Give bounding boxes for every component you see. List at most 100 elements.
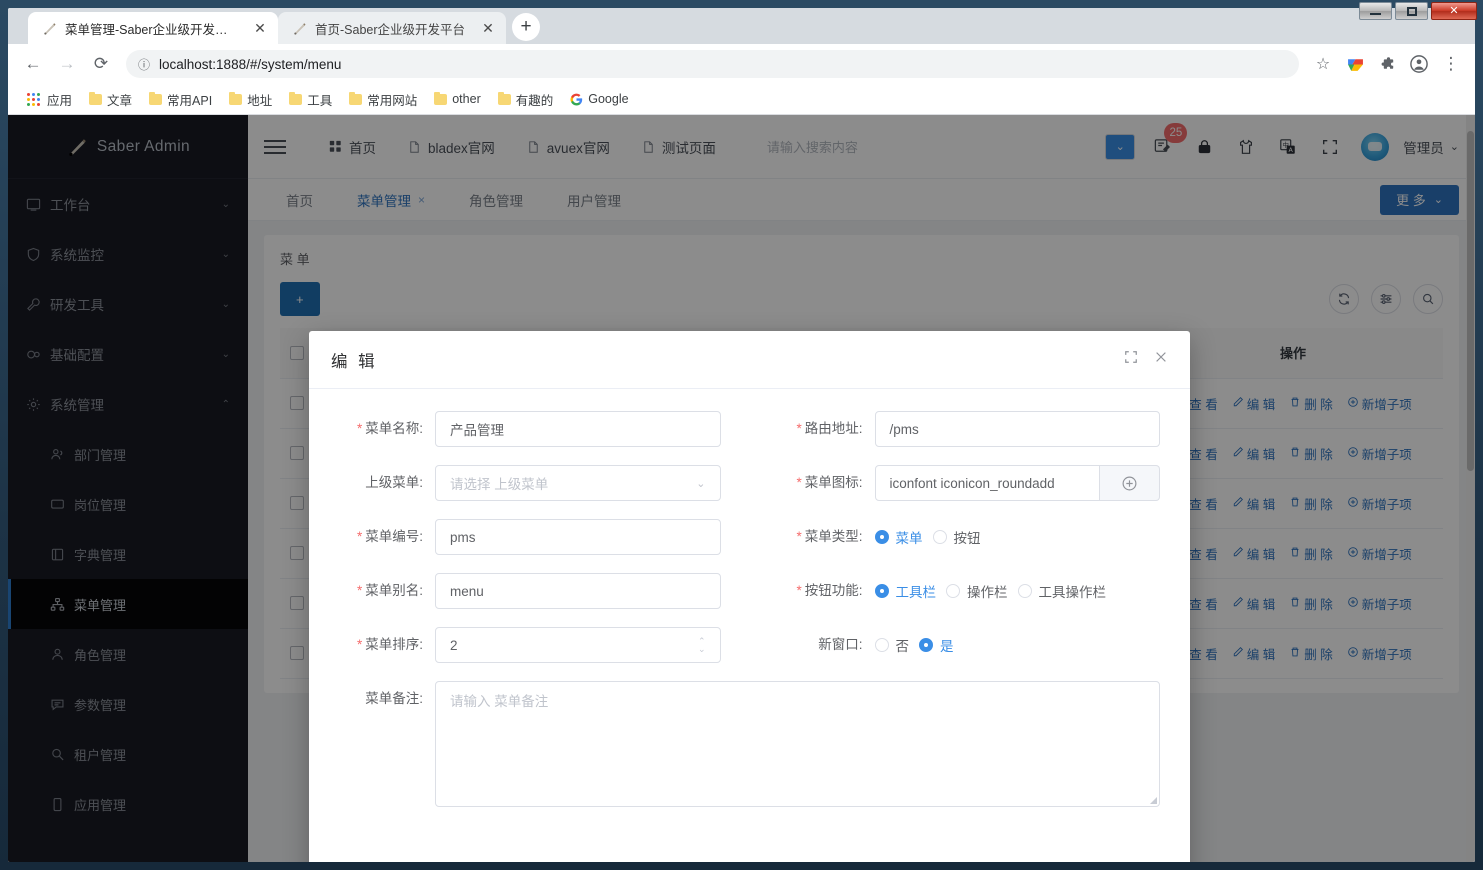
- bookmark-label: 文章: [107, 93, 133, 108]
- browser-tab-close-icon[interactable]: ✕: [252, 21, 268, 35]
- browser-tab-close-icon[interactable]: ✕: [480, 21, 496, 35]
- field-label: * 菜单别名:: [356, 583, 423, 598]
- field-menu-sort: * 菜单排序: 2 ⌃ ⌄: [309, 627, 721, 663]
- field-menu-remark: 菜单备注: 请输入 菜单备注: [309, 681, 1160, 807]
- maximize-button[interactable]: [1395, 2, 1428, 20]
- browser-tab-title: 菜单管理-Saber企业级开发平台: [65, 22, 240, 37]
- site-info-icon[interactable]: ⓘ: [138, 56, 150, 73]
- menu-code-input[interactable]: pms: [435, 519, 721, 555]
- radio-button-func-toolbar[interactable]: 工具栏: [874, 581, 937, 601]
- plus-circle-icon[interactable]: [1100, 465, 1160, 501]
- required-asterisk: *: [356, 583, 363, 598]
- expand-icon[interactable]: [1124, 350, 1138, 369]
- address-bar[interactable]: ⓘ localhost:1888/#/system/menu: [126, 50, 1299, 78]
- radio-label: 工具栏: [895, 585, 937, 600]
- bookmark-apps[interactable]: 应用: [20, 87, 79, 112]
- radio-dot: [919, 638, 933, 652]
- bookmark-label: 有趣的: [515, 93, 554, 108]
- required-asterisk: *: [796, 421, 802, 436]
- menu-icon-input[interactable]: iconfont iconicon_roundadd: [874, 465, 1100, 501]
- radio-label: 是: [940, 639, 954, 654]
- google-icon: [570, 93, 583, 105]
- menu-remark-textarea[interactable]: 请输入 菜单备注: [435, 681, 1160, 807]
- field-menu-code: * 菜单编号: pms: [309, 519, 721, 555]
- field-label: * 菜单类型:: [796, 529, 863, 544]
- bookmark-folder-6[interactable]: other: [427, 89, 488, 109]
- bookmark-label: 工具: [307, 93, 333, 108]
- radio-button-func-tool-actionbar[interactable]: 工具操作栏: [1017, 581, 1107, 601]
- radio-button-func-actionbar[interactable]: 操作栏: [946, 581, 1008, 601]
- stepper-down-icon[interactable]: ⌄: [698, 645, 706, 654]
- folder-icon: [434, 91, 448, 105]
- required-asterisk: *: [796, 475, 802, 490]
- bookmark-label: 常用API: [167, 93, 213, 108]
- bookmark-folder-1[interactable]: 文章: [82, 87, 139, 112]
- browser-toolbar: ← → ⟳ ⓘ localhost:1888/#/system/menu ☆ ⋮: [8, 44, 1475, 84]
- new-tab-button[interactable]: +: [512, 13, 540, 41]
- field-menu-name: * 菜单名称: 产品管理: [309, 411, 721, 447]
- bookmark-folder-2[interactable]: 常用API: [142, 87, 219, 112]
- forward-button[interactable]: →: [52, 49, 82, 79]
- radio-dot: [932, 530, 947, 544]
- extension-colored-icon[interactable]: [1341, 50, 1369, 78]
- bookmark-folder-4[interactable]: 工具: [282, 87, 339, 112]
- field-route-path: * 路由地址: /pms: [749, 411, 1160, 447]
- required-asterisk: *: [796, 583, 802, 598]
- field-label: 菜单备注:: [365, 691, 423, 706]
- folder-icon: [497, 91, 511, 105]
- menu-name-input[interactable]: 产品管理: [435, 411, 721, 447]
- chevron-down-icon: ⌄: [696, 477, 706, 490]
- field-new-window: 新窗口: 否 是: [749, 627, 1161, 663]
- dialog-body: * 菜单名称: 产品管理 * 路由地址: /pms 上级菜单: 请选择 上级菜单…: [309, 389, 1190, 844]
- radio-label: 按钮: [953, 531, 981, 546]
- field-menu-icon: * 菜单图标: iconfont iconicon_roundadd: [749, 465, 1160, 501]
- profile-avatar-icon[interactable]: [1405, 50, 1433, 78]
- radio-label: 否: [895, 639, 910, 654]
- field-label: * 菜单排序:: [356, 637, 423, 652]
- address-bar-url: localhost:1888/#/system/menu: [159, 56, 342, 72]
- close-window-button[interactable]: ✕: [1431, 2, 1477, 20]
- radio-label: 菜单: [895, 531, 923, 546]
- bookmark-folder-3[interactable]: 地址: [222, 87, 279, 112]
- browser-menu-icon[interactable]: ⋮: [1437, 50, 1465, 78]
- field-menu-type: * 菜单类型: 菜单 按钮: [749, 519, 1161, 555]
- field-label: 上级菜单:: [365, 475, 423, 490]
- browser-tab-0[interactable]: 菜单管理-Saber企业级开发平台 ✕: [28, 12, 278, 44]
- reload-button[interactable]: ⟳: [86, 49, 116, 79]
- field-button-function: * 按钮功能: 工具栏 操作栏 工具操作栏: [749, 573, 1161, 609]
- field-label: * 按钮功能:: [796, 583, 863, 598]
- radio-menu-type-button[interactable]: 按钮: [932, 527, 981, 547]
- bookmark-google[interactable]: Google: [563, 89, 635, 109]
- bookmark-label: 地址: [247, 93, 273, 108]
- parent-menu-select[interactable]: 请选择 上级菜单 ⌄: [435, 465, 721, 501]
- radio-new-window-no[interactable]: 否: [874, 635, 910, 655]
- radio-label: 工具操作栏: [1038, 585, 1107, 600]
- radio-dot: [874, 638, 889, 652]
- menu-alias-input[interactable]: menu: [435, 573, 721, 609]
- bookmark-folder-7[interactable]: 有趣的: [491, 87, 561, 112]
- edit-dialog: 编 辑 * 菜单名称: 产品管理 * 路由地址: /pms 上级菜单: 请选择 …: [309, 331, 1190, 862]
- bookmark-label: 应用: [47, 93, 73, 108]
- number-stepper[interactable]: ⌃ ⌄: [698, 637, 706, 654]
- required-asterisk: *: [356, 529, 363, 544]
- menu-sort-input[interactable]: 2 ⌃ ⌄: [435, 627, 721, 663]
- radio-label: 操作栏: [967, 585, 1008, 600]
- bookmarks-bar: 应用 文章 常用API 地址 工具 常用网站 other 有趣的 Google: [8, 84, 1475, 115]
- browser-tab-1[interactable]: 首页-Saber企业级开发平台 ✕: [278, 12, 506, 44]
- close-icon[interactable]: [1154, 350, 1168, 369]
- route-path-input[interactable]: /pms: [874, 411, 1160, 447]
- extensions-puzzle-icon[interactable]: [1373, 50, 1401, 78]
- radio-new-window-yes[interactable]: 是: [919, 635, 954, 655]
- field-parent-menu: 上级菜单: 请选择 上级菜单 ⌄: [309, 465, 721, 501]
- bookmark-folder-5[interactable]: 常用网站: [342, 87, 424, 112]
- bookmark-star-icon[interactable]: ☆: [1309, 50, 1337, 78]
- apps-grid-icon: [27, 92, 40, 106]
- required-asterisk: *: [796, 529, 802, 544]
- folder-icon: [89, 91, 103, 105]
- browser-tab-title: 首页-Saber企业级开发平台: [315, 22, 466, 37]
- radio-dot: [874, 584, 889, 598]
- back-button[interactable]: ←: [18, 49, 48, 79]
- dialog-title: 编 辑: [331, 352, 378, 371]
- minimize-button[interactable]: [1359, 2, 1392, 20]
- radio-menu-type-menu[interactable]: 菜单: [874, 527, 923, 547]
